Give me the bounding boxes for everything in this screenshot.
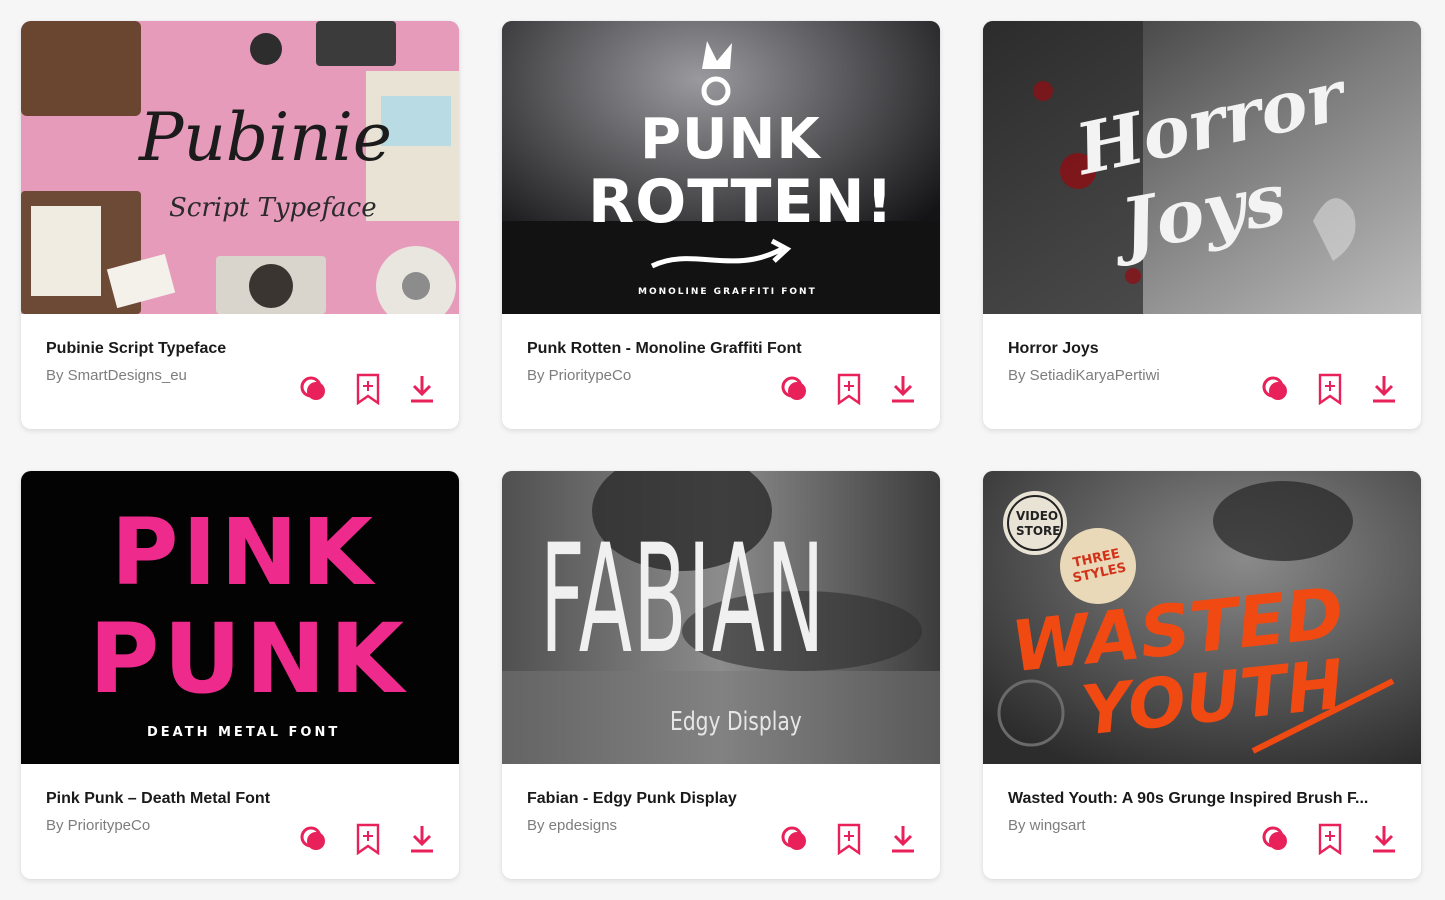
preview-button[interactable] [778,372,812,406]
font-thumbnail[interactable]: Horror Joys [983,21,1421,314]
download-icon [1373,826,1395,853]
bookmark-button[interactable] [1313,372,1347,406]
thumbnail-title-text-2: ROTTEN! [588,167,895,237]
font-title[interactable]: Fabian - Edgy Punk Display [527,790,737,808]
badge-video-store-bottom: STORE [1016,524,1061,538]
font-card[interactable]: Pubinie Script Typeface Pubinie Script T… [21,21,459,429]
thumbnail-subtitle-text: Script Typeface [169,193,377,223]
download-icon [892,376,914,403]
preview-button[interactable] [297,822,331,856]
font-author[interactable]: By SetiadiKaryaPertiwi [1008,367,1160,384]
font-card[interactable]: Horror Joys Horror Joys By SetiadiKaryaP… [983,21,1421,429]
download-icon [411,826,433,853]
font-card[interactable]: PINK PUNK DEATH METAL FONT Pink Punk – D… [21,471,459,879]
font-title[interactable]: Punk Rotten - Monoline Graffiti Font [527,340,802,358]
preview-circles-icon [781,826,806,850]
bookmark-button[interactable] [351,822,385,856]
download-button[interactable] [405,822,439,856]
preview-button[interactable] [1259,822,1293,856]
badge-video-store-top: VIDEO [1016,509,1059,523]
bookmark-add-icon [1318,373,1342,405]
font-title[interactable]: Horror Joys [1008,340,1099,358]
download-button[interactable] [886,822,920,856]
download-icon [892,826,914,853]
download-button[interactable] [1367,372,1401,406]
thumbnail-title-text: FABIAN [540,513,826,687]
bookmark-add-icon [1318,823,1342,855]
bookmark-button[interactable] [351,372,385,406]
download-button[interactable] [1367,822,1401,856]
font-author[interactable]: By PrioritypeCo [46,817,150,834]
font-thumbnail[interactable]: PUNK ROTTEN! MONOLINE GRAFFITI FONT [502,21,940,314]
download-icon [411,376,433,403]
preview-circles-icon [781,376,806,400]
preview-button[interactable] [297,372,331,406]
thumbnail-subtitle-text: DEATH METAL FONT [147,725,341,740]
download-button[interactable] [405,372,439,406]
font-thumbnail[interactable]: Pubinie Script Typeface [21,21,459,314]
thumbnail-title-text: PINK [111,499,377,606]
font-author[interactable]: By SmartDesigns_eu [46,367,187,384]
preview-circles-icon [1262,826,1287,850]
font-author[interactable]: By PrioritypeCo [527,367,631,384]
font-title[interactable]: Pink Punk – Death Metal Font [46,790,270,808]
preview-button[interactable] [1259,372,1293,406]
font-thumbnail[interactable]: VIDEO STORE THREE STYLES WASTED YOUTH [983,471,1421,764]
font-results-grid: Pubinie Script Typeface Pubinie Script T… [0,0,1445,900]
thumbnail-subtitle-text: Edgy Display [670,707,802,737]
font-thumbnail[interactable]: FABIAN Edgy Display [502,471,940,764]
thumbnail-title-text: PUNK [640,107,821,172]
font-thumbnail[interactable]: PINK PUNK DEATH METAL FONT [21,471,459,764]
font-title[interactable]: Wasted Youth: A 90s Grunge Inspired Brus… [1008,790,1368,808]
bookmark-button[interactable] [832,822,866,856]
preview-circles-icon [1262,376,1287,400]
font-author[interactable]: By wingsart [1008,817,1086,834]
font-title[interactable]: Pubinie Script Typeface [46,340,226,358]
bookmark-add-icon [837,373,861,405]
font-author[interactable]: By epdesigns [527,817,617,834]
bookmark-button[interactable] [832,372,866,406]
thumbnail-title-text: Pubinie [139,99,392,176]
preview-circles-icon [300,826,325,850]
preview-button[interactable] [778,822,812,856]
bookmark-add-icon [356,823,380,855]
download-icon [1373,376,1395,403]
bookmark-add-icon [837,823,861,855]
thumbnail-title-text-2: PUNK [89,603,409,715]
bookmark-button[interactable] [1313,822,1347,856]
thumbnail-subtitle-text: MONOLINE GRAFFITI FONT [638,287,817,297]
preview-circles-icon [300,376,325,400]
font-card[interactable]: PUNK ROTTEN! MONOLINE GRAFFITI FONT Punk… [502,21,940,429]
font-card[interactable]: FABIAN Edgy Display Fabian - Edgy Punk D… [502,471,940,879]
font-card[interactable]: VIDEO STORE THREE STYLES WASTED YOUTH Wa… [983,471,1421,879]
download-button[interactable] [886,372,920,406]
bookmark-add-icon [356,373,380,405]
